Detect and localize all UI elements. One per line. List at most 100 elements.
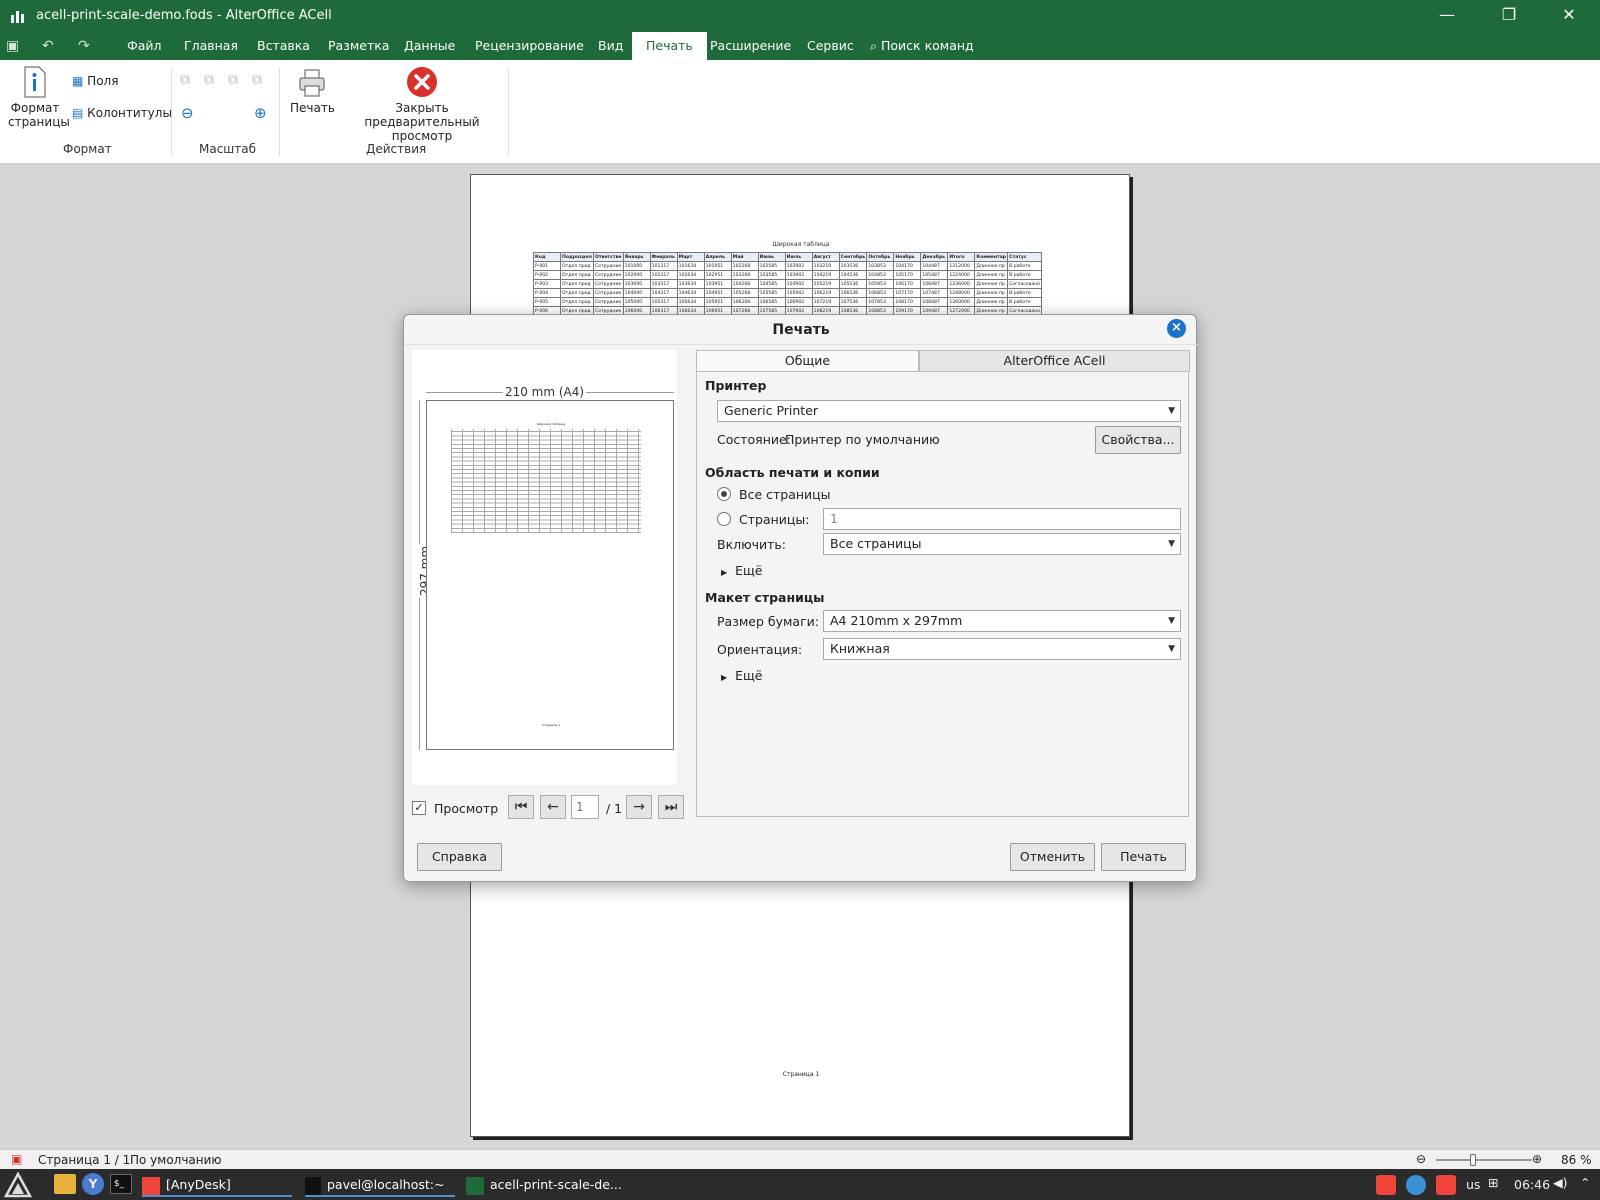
prev-page-button[interactable]: ← [540, 795, 566, 819]
printer-properties-button[interactable]: Свойства... [1095, 426, 1181, 454]
menu-print[interactable]: Печать [632, 32, 707, 60]
headers-footers-button[interactable]: ▤ Колонтитулы [72, 106, 172, 120]
taskbar-anydesk[interactable]: [AnyDesk] [142, 1173, 292, 1197]
tray-expand-icon[interactable]: ⌃ [1580, 1175, 1590, 1190]
page-number-input[interactable]: 1 [571, 795, 599, 819]
table-cell: 104536 [838, 270, 868, 280]
command-search[interactable]: ⌕ Поиск команд [870, 32, 974, 60]
include-select[interactable]: Все страницы ▼ [823, 533, 1181, 555]
page-format-label: Формат страницы [8, 101, 70, 129]
taskbar-terminal[interactable]: pavel@localhost:~ [305, 1173, 455, 1197]
zoom-slider[interactable] [1436, 1159, 1532, 1161]
start-menu-icon[interactable] [4, 1172, 32, 1198]
table-cell: 105000 [622, 297, 651, 307]
table-cell: Сотрудник [592, 261, 624, 271]
page-format-button[interactable]: Формат страницы [8, 66, 70, 129]
table-cell: P-001 [533, 261, 561, 271]
keyboard-layout[interactable]: us [1466, 1177, 1480, 1192]
print-button[interactable]: Печать [290, 68, 335, 115]
layout-more-label: Ещё [735, 668, 763, 683]
next-page-icon[interactable]: ⧉ [228, 72, 238, 88]
table-cell: 104487 [920, 261, 949, 271]
first-page-button[interactable]: ⏮ [508, 795, 534, 819]
file-manager-icon[interactable] [54, 1174, 76, 1194]
terminal-icon[interactable]: $_ [110, 1174, 132, 1194]
menu-view[interactable]: Вид [598, 32, 623, 60]
cancel-button[interactable]: Отменить [1010, 843, 1095, 871]
last-page-icon[interactable]: ⧉ [252, 72, 262, 88]
taskbar-acell[interactable]: acell-print-scale-de... [466, 1173, 626, 1197]
close-preview-label: Закрыть предварительный просмотр [364, 101, 480, 143]
volume-icon[interactable]: ◀) [1553, 1175, 1568, 1190]
zoom-level[interactable]: 86 % [1561, 1153, 1592, 1167]
anydesk-tray-icon[interactable] [1376, 1175, 1396, 1195]
maximize-button[interactable]: ❐ [1486, 0, 1532, 32]
minimize-button[interactable]: — [1424, 0, 1470, 32]
table-cell: Май [730, 252, 759, 262]
table-cell: 103268 [730, 270, 759, 280]
dialog-print-button[interactable]: Печать [1101, 843, 1186, 871]
pages-input[interactable]: 1 [823, 508, 1181, 530]
range-more-expander[interactable]: ▶ Ещё [721, 563, 762, 578]
printer-select[interactable]: Generic Printer ▼ [717, 400, 1181, 422]
table-cell: Ответстве [592, 252, 624, 262]
close-window-button[interactable]: ✕ [1546, 0, 1592, 32]
printer-status-label: Состояние: [717, 432, 791, 447]
tab-general[interactable]: Общие [696, 350, 919, 372]
app-logo-icon [11, 11, 24, 23]
anydesk-tray-icon-2[interactable] [1436, 1175, 1456, 1195]
fields-button[interactable]: ▦ Поля [72, 74, 118, 88]
menu-data[interactable]: Данные [404, 32, 455, 60]
pages-radio[interactable] [717, 512, 731, 526]
table-cell: 102268 [730, 261, 759, 271]
menu-layout[interactable]: Разметка [328, 32, 389, 60]
table-cell: 106268 [730, 297, 759, 307]
table-cell: Февраль [649, 252, 678, 262]
zoom-slider-handle[interactable] [1470, 1154, 1476, 1166]
next-page-button[interactable]: → [626, 795, 652, 819]
zoom-out-icon[interactable]: ⊖ [181, 104, 194, 122]
layout-more-expander[interactable]: ▶ Ещё [721, 668, 762, 683]
table-cell: 103317 [649, 279, 678, 289]
paper-size-select[interactable]: A4 210mm x 297mm ▼ [823, 610, 1181, 632]
first-page-icon[interactable]: ⧉ [180, 72, 190, 88]
menu-extensions[interactable]: Расширение [710, 32, 791, 60]
table-cell: 103585 [757, 270, 786, 280]
prev-page-icon[interactable]: ⧉ [204, 72, 214, 88]
clock[interactable]: 06:46 [1514, 1177, 1550, 1192]
save-icon[interactable]: ▣ [6, 38, 19, 54]
menu-insert[interactable]: Вставка [257, 32, 310, 60]
zoom-out-status-icon[interactable]: ⊖ [1416, 1152, 1426, 1166]
group-zoom-label: Масштаб [199, 142, 257, 156]
menu-review[interactable]: Рецензирование [475, 32, 584, 60]
terminal-small-icon [305, 1176, 321, 1195]
menu-tools[interactable]: Сервис [807, 32, 854, 60]
taskbar-terminal-label: pavel@localhost:~ [327, 1177, 445, 1192]
sync-tray-icon[interactable] [1406, 1175, 1426, 1195]
menu-file[interactable]: Файл [127, 32, 162, 60]
page-total-label: / 1 [606, 801, 623, 816]
preview-checkbox[interactable]: ✓ [412, 801, 426, 815]
zoom-in-status-icon[interactable]: ⊕ [1532, 1152, 1542, 1166]
table-cell: 105268 [730, 288, 759, 298]
close-preview-button[interactable]: Закрыть предварительный просмотр [342, 66, 502, 143]
table-cell: 107536 [838, 297, 868, 307]
tab-acell[interactable]: AlterOffice ACell [919, 350, 1190, 372]
all-pages-radio[interactable] [717, 487, 731, 501]
orientation-select[interactable]: Книжная ▼ [823, 638, 1181, 660]
browser-icon[interactable]: Y [82, 1173, 104, 1195]
preview-checkbox-label: Просмотр [434, 801, 499, 816]
chevron-down-icon: ▼ [1168, 644, 1175, 654]
menu-home[interactable]: Главная [184, 32, 238, 60]
chevron-down-icon: ▼ [1168, 539, 1175, 549]
help-button[interactable]: Справка [417, 843, 502, 871]
page-style-status[interactable]: По умолчанию [130, 1153, 222, 1167]
undo-icon[interactable]: ↶ [42, 38, 54, 54]
page-status: Страница 1 / 1 [38, 1153, 131, 1167]
network-icon[interactable]: ⊞ [1488, 1175, 1498, 1190]
dialog-close-button[interactable]: × [1167, 319, 1186, 338]
table-cell: 104219 [811, 270, 840, 280]
last-page-button[interactable]: ⏭ [658, 795, 684, 819]
redo-icon[interactable]: ↷ [78, 38, 90, 54]
zoom-in-icon[interactable]: ⊕ [254, 104, 267, 122]
